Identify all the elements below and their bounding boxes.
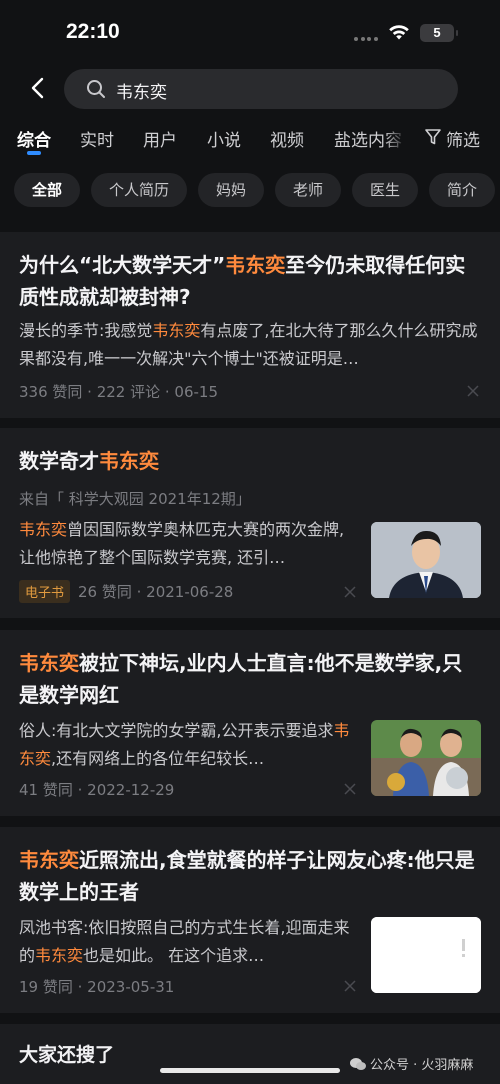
watermark-text: 公众号 · 火羽麻麻 (370, 1058, 474, 1073)
wechat-icon (350, 1058, 366, 1070)
close-icon[interactable] (466, 384, 480, 398)
result-title: 为什么“北大数学天才”韦东奕至今仍未取得任何实质性成就却被封神? (19, 253, 466, 309)
result-excerpt: 俗人:有北大文学院的女学霸,公开表示要追求韦东奕,还有网络上的各位年纪较长… (19, 721, 350, 768)
close-icon[interactable] (343, 782, 357, 796)
result-card-2[interactable]: 数学奇才韦东奕 来自「 科学大观园 2021年12期」 韦东奕曾因国际数学奥林匹… (0, 428, 500, 618)
chip-teacher[interactable]: 老师 (275, 173, 341, 207)
filter-label: 筛选 (446, 131, 480, 151)
chip-intro[interactable]: 简介 (429, 173, 495, 207)
result-card-4[interactable]: 韦东奕近照流出,食堂就餐的样子让网友心疼:他只是数学上的王者 凤池书客:依旧按照… (0, 827, 500, 1013)
watermark: 公众号 · 火羽麻麻 (350, 1054, 473, 1073)
result-meta-row: 电子书 26 赞同 · 2021-06-28 (19, 580, 233, 603)
chip-mother[interactable]: 妈妈 (198, 173, 264, 207)
related-searches-title: 大家还搜了 (19, 1044, 115, 1066)
filter-icon (425, 129, 441, 145)
wifi-icon (389, 25, 409, 40)
chip-doctor[interactable]: 医生 (352, 173, 418, 207)
active-tab-indicator (27, 151, 41, 155)
tab-all[interactable]: 综合 (17, 126, 51, 151)
keyword-chips: 全部 个人简历 妈妈 老师 医生 简介 (0, 172, 500, 212)
home-indicator[interactable] (160, 1068, 340, 1073)
result-title: 韦东奕被拉下神坛,业内人士直言:他不是数学家,只是数学网红 (19, 651, 463, 707)
chip-resume[interactable]: 个人简历 (91, 173, 187, 207)
tab-novels[interactable]: 小说 (207, 126, 241, 151)
result-excerpt: 凤池书客:依旧按照自己的方式生长着,迎面走来的韦东奕也是如此。 在这个追求… (19, 918, 350, 965)
search-input[interactable]: 韦东奕 (64, 69, 458, 109)
result-title: 数学奇才韦东奕 (19, 449, 159, 473)
result-meta: 26 赞同 · 2021-06-28 (78, 583, 234, 601)
chip-all[interactable]: 全部 (14, 173, 80, 207)
status-time: 22:10 (66, 20, 120, 43)
portrait-image (371, 522, 481, 598)
result-source: 来自「 科学大观园 2021年12期」 (19, 490, 251, 508)
search-query: 韦东奕 (116, 83, 167, 103)
result-card-3[interactable]: 韦东奕被拉下神坛,业内人士直言:他不是数学家,只是数学网红 俗人:有北大文学院的… (0, 630, 500, 816)
search-header: 韦东奕 (0, 64, 500, 112)
result-excerpt: 韦东奕曾因国际数学奥林匹克大赛的两次金牌,让他惊艳了整个国际数学竞赛, 还引… (19, 520, 345, 567)
result-title: 韦东奕近照流出,食堂就餐的样子让网友心疼:他只是数学上的王者 (19, 848, 475, 904)
image-placeholder-icon (371, 917, 481, 993)
status-bar: 22:10 5 (0, 0, 500, 64)
result-thumbnail[interactable] (371, 917, 481, 993)
tab-videos[interactable]: 视频 (270, 126, 304, 151)
tab-realtime[interactable]: 实时 (80, 126, 114, 151)
medal-photo-image (371, 720, 481, 796)
result-excerpt: 漫长的季节:我感觉韦东奕有点废了,在北大待了那么久什么研究成果都没有,唯一一次解… (19, 321, 478, 368)
result-card-1[interactable]: 为什么“北大数学天才”韦东奕至今仍未取得任何实质性成就却被封神? 漫长的季节:我… (0, 232, 500, 418)
result-thumbnail[interactable] (371, 522, 481, 598)
tab-users[interactable]: 用户 (143, 126, 177, 151)
close-icon[interactable] (343, 979, 357, 993)
result-tabs: 综合 实时 用户 小说 视频 盐选内容 筛选 (0, 118, 500, 162)
ebook-badge: 电子书 (19, 580, 71, 603)
result-meta: 41 赞同 · 2022-12-29 (19, 781, 175, 799)
battery-icon: 5 (420, 24, 458, 42)
signal-icon (354, 37, 380, 41)
result-thumbnail[interactable] (371, 720, 481, 796)
search-icon (87, 80, 105, 98)
battery-level: 5 (433, 25, 441, 40)
tab-salt-content[interactable]: 盐选内容 (334, 126, 406, 151)
result-meta: 336 赞同 · 222 评论 · 06-15 (19, 383, 218, 401)
back-icon[interactable] (28, 76, 48, 100)
result-meta: 19 赞同 · 2023-05-31 (19, 978, 175, 996)
close-icon[interactable] (343, 585, 357, 599)
